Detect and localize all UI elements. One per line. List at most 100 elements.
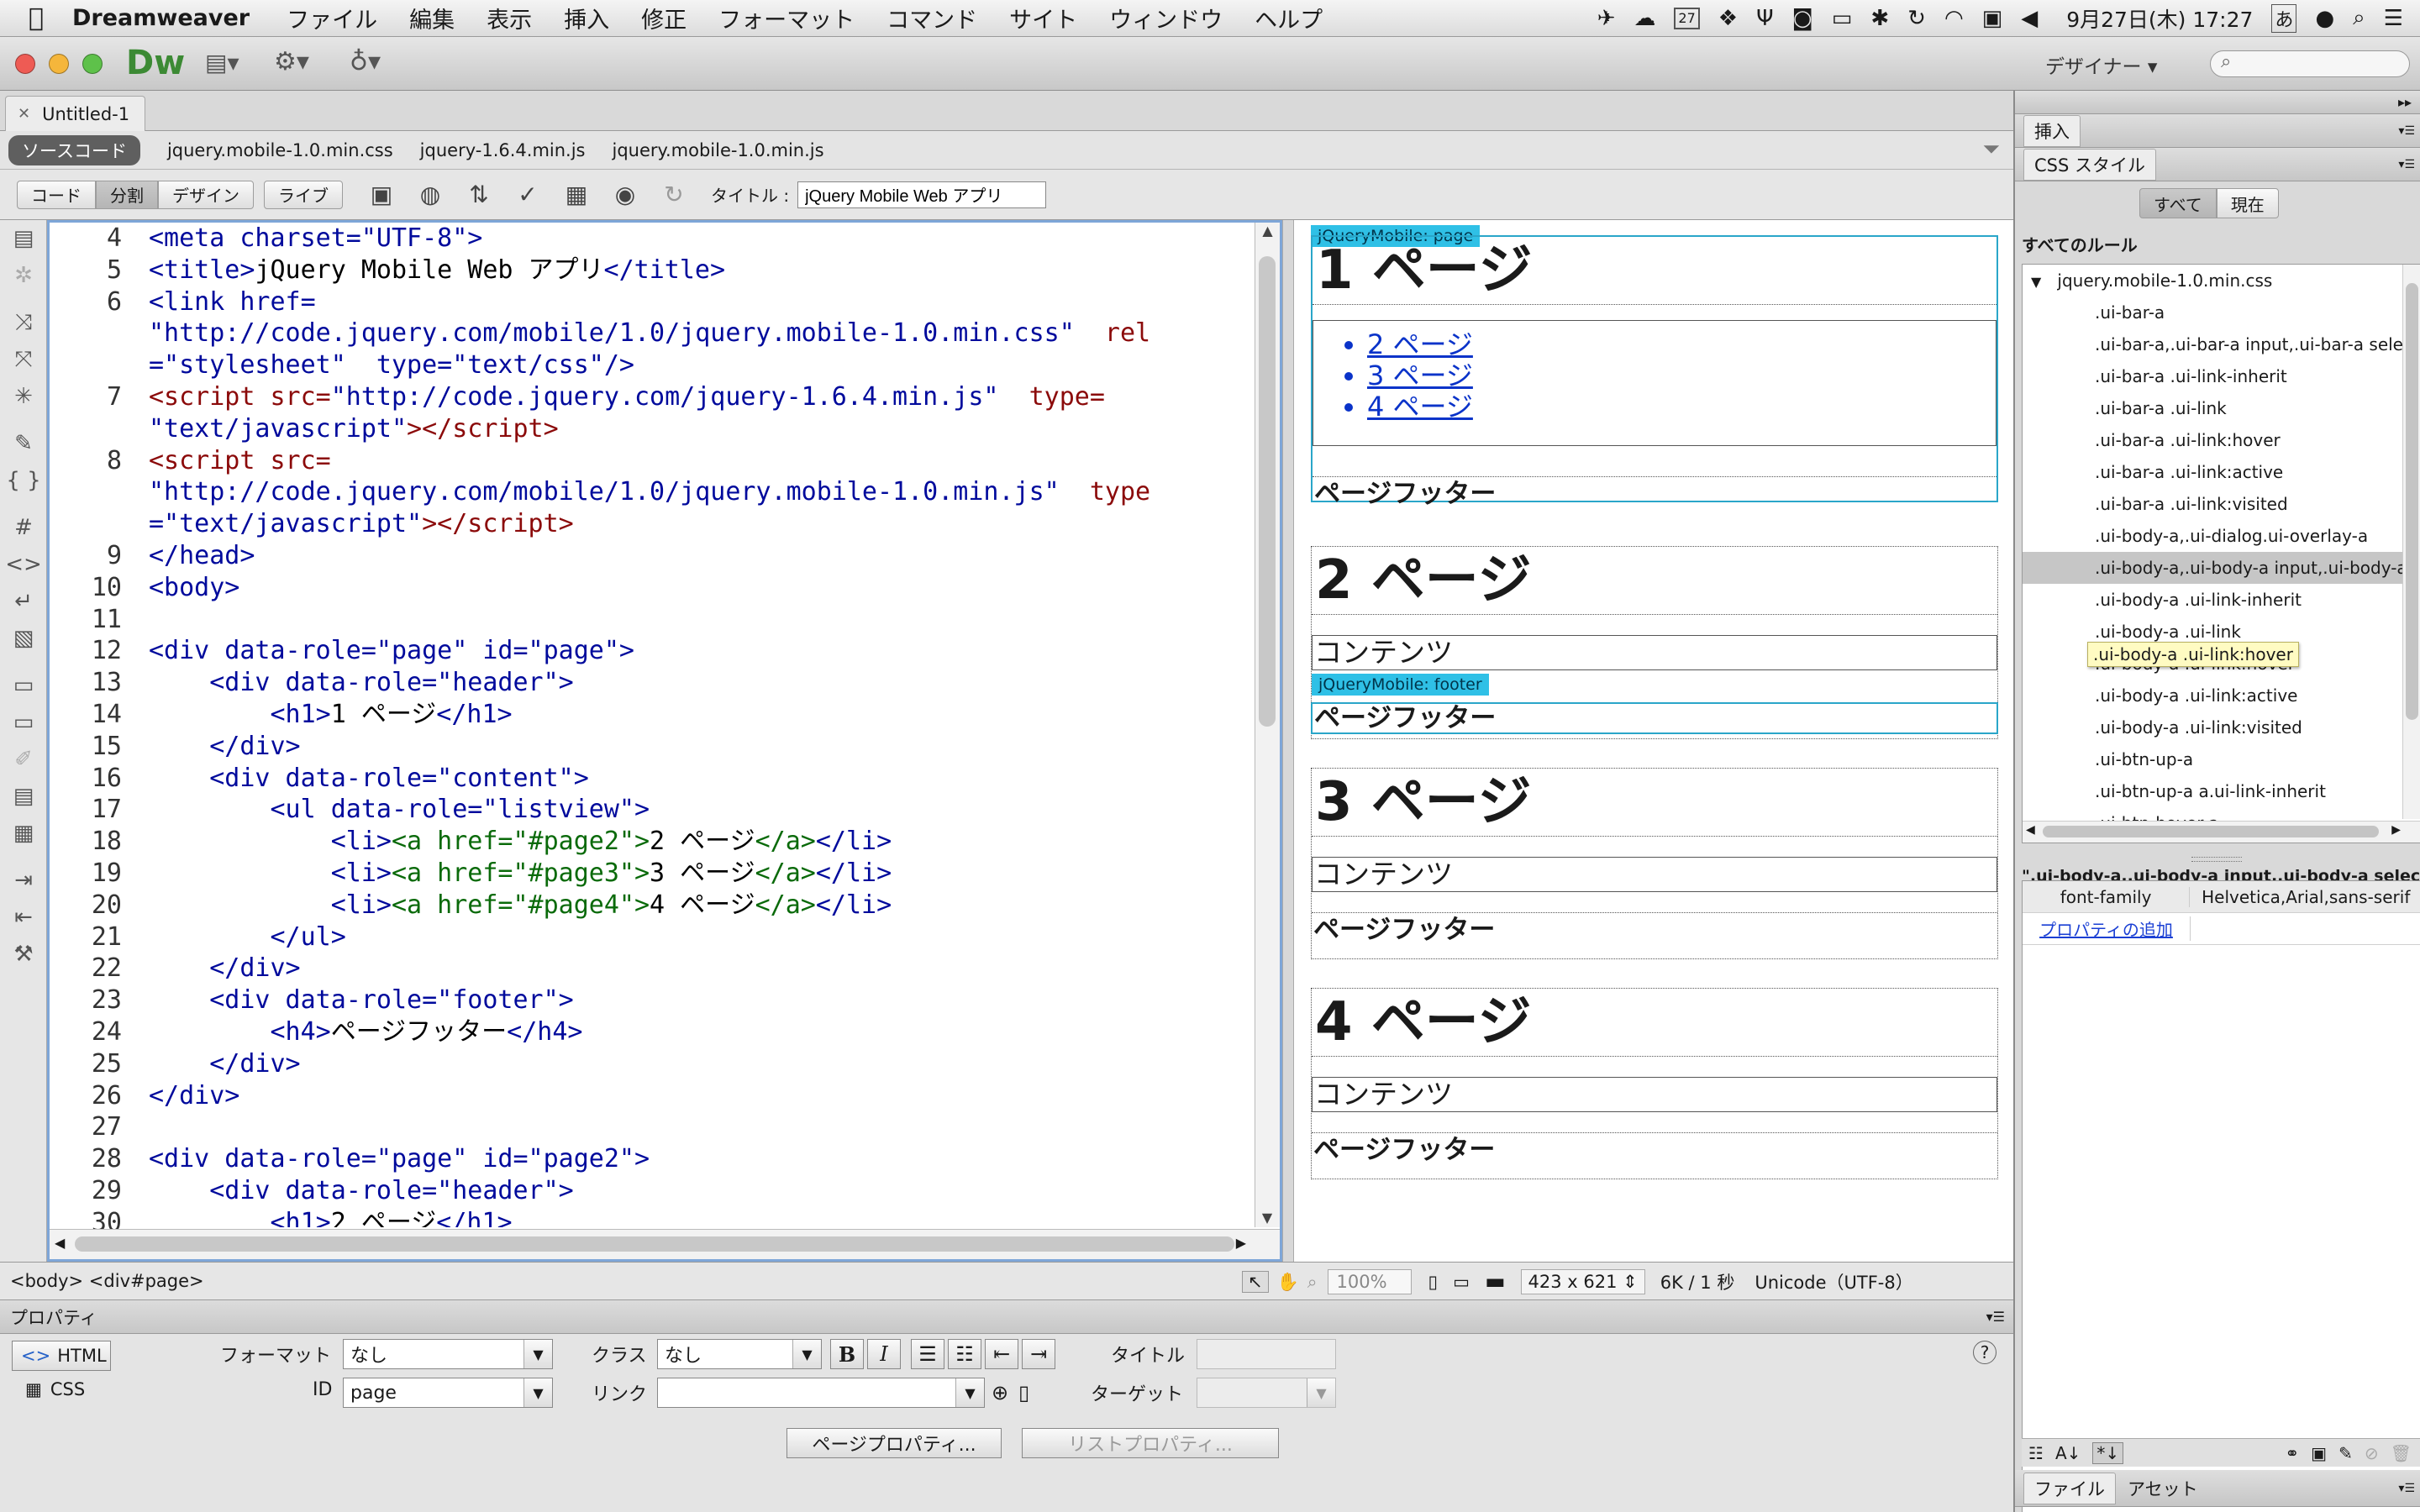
mobile-page-3[interactable]: 3 ページ コンテンツ ページフッター: [1311, 768, 1998, 959]
airplay-icon[interactable]: ▭: [1832, 6, 1853, 31]
rules-horizontal-scrollbar[interactable]: ◀ ▶: [2023, 821, 2420, 843]
site-manager-icon[interactable]: ♁▾: [350, 47, 381, 76]
scroll-left-arrow[interactable]: ◀: [2026, 823, 2035, 837]
scroll-left-arrow[interactable]: ◀: [55, 1235, 65, 1251]
css-rule-item[interactable]: .ui-bar-a: [2023, 297, 2420, 328]
code-line[interactable]: <script src=: [149, 445, 1288, 477]
panel-collapse-strip[interactable]: ▸▸: [2015, 91, 2420, 114]
wifi-icon[interactable]: ◠: [1944, 6, 1964, 31]
minimize-window-button[interactable]: [49, 54, 69, 74]
files-tab[interactable]: ファイル: [2023, 1472, 2116, 1504]
css-rule-item[interactable]: .ui-body-a .ui-link-inherit: [2023, 584, 2420, 616]
title-field-input[interactable]: [1197, 1339, 1336, 1369]
all-rules-button[interactable]: すべて: [2139, 188, 2217, 218]
panel-menu-icon[interactable]: ▾☰: [1986, 1309, 2005, 1325]
zoom-window-button[interactable]: [82, 54, 103, 74]
filter-icon[interactable]: ⏷: [1982, 137, 2000, 163]
panel-menu-icon[interactable]: ▾☰: [2398, 1482, 2415, 1495]
code-line[interactable]: "http://code.jquery.com/mobile/1.0/jquer…: [149, 318, 1288, 349]
css-rule-item[interactable]: .ui-btn-up-a a.ui-link-inherit: [2023, 775, 2420, 807]
menu-commands[interactable]: コマンド: [886, 2, 977, 34]
code-line[interactable]: <div data-role="header">: [149, 667, 1288, 699]
menu-site[interactable]: サイト: [1009, 2, 1077, 34]
view-code-button[interactable]: コード: [17, 180, 96, 209]
css-rule-item[interactable]: .ui-body-a .ui-link:visited: [2023, 711, 2420, 743]
balance-braces-icon[interactable]: { }: [0, 462, 47, 499]
target-select[interactable]: ▼: [1197, 1378, 1336, 1408]
menu-format[interactable]: フォーマット: [718, 2, 855, 34]
hand-tool-icon[interactable]: ✋: [1277, 1272, 1299, 1293]
network-icon[interactable]: Ψ: [1756, 6, 1773, 31]
close-tab-icon[interactable]: ✕: [18, 105, 30, 123]
browse-folder-icon[interactable]: ▯: [1018, 1381, 1029, 1404]
css-styles-panel-header[interactable]: CSS スタイル ▾☰: [2015, 148, 2420, 181]
properties-header[interactable]: プロパティ ▾☰: [0, 1300, 2013, 1334]
code-line[interactable]: [149, 604, 1288, 636]
menu-file[interactable]: ファイル: [287, 2, 377, 34]
wrap-tag-icon[interactable]: ✐: [0, 741, 47, 778]
css-rule-item[interactable]: .ui-btn-up-a: [2023, 743, 2420, 775]
css-rule-item[interactable]: .ui-bar-a .ui-link-inherit: [2023, 360, 2420, 392]
page-1-content[interactable]: 2 ページ 3 ページ 4 ページ: [1313, 320, 1996, 446]
page-2-footer-selected[interactable]: ページフッター: [1311, 702, 1998, 734]
select-tool-icon[interactable]: ↖: [1242, 1271, 1269, 1293]
code-view[interactable]: 4 5 6 7 8 9 10 11 12 13 14 15 16 17 18 19 20 21 22 23 24 25 26…: [47, 220, 1282, 1262]
help-search-input[interactable]: ⌕: [2210, 50, 2410, 77]
page-4-footer[interactable]: ページフッター: [1312, 1132, 1997, 1167]
code-line[interactable]: <li><a href="#page2">2 ページ</a></li>: [149, 826, 1288, 858]
view-live-button[interactable]: ライブ: [264, 180, 343, 209]
code-editor[interactable]: <meta charset="UTF-8"> <title>jQuery Mobi…: [149, 223, 1288, 1227]
indent-code-icon[interactable]: ⇥: [0, 862, 47, 899]
recent-snippets-icon[interactable]: ▤: [0, 778, 47, 815]
tab-untitled-1[interactable]: ✕ Untitled-1: [5, 96, 146, 131]
notification-icon[interactable]: ☰: [2384, 6, 2403, 31]
menu-modify[interactable]: 修正: [641, 2, 687, 34]
link-input[interactable]: ▼: [657, 1378, 985, 1408]
line-numbers-icon[interactable]: #: [0, 509, 47, 546]
outdent-button[interactable]: ⇤: [985, 1339, 1018, 1369]
menu-view[interactable]: 表示: [487, 2, 532, 34]
panel-menu-icon[interactable]: ▾☰: [2398, 158, 2415, 171]
insert-tab[interactable]: 挿入: [2023, 114, 2081, 147]
code-line[interactable]: <li><a href="#page3">3 ページ</a></li>: [149, 858, 1288, 890]
refresh-icon[interactable]: ↻: [655, 180, 692, 210]
multiscreen-icon[interactable]: ▣: [363, 180, 400, 210]
link-page-2[interactable]: 2 ページ: [1367, 329, 1996, 360]
word-wrap-icon[interactable]: ↵: [0, 583, 47, 620]
page-3-header[interactable]: 3 ページ: [1312, 769, 1997, 837]
zoom-level[interactable]: 100%: [1327, 1269, 1412, 1294]
document-title-input[interactable]: [797, 181, 1047, 208]
syntax-coloring-icon[interactable]: ▧: [0, 620, 47, 657]
new-css-rule-icon[interactable]: ▣: [2311, 1443, 2327, 1463]
camera-icon[interactable]: ◙: [1792, 6, 1813, 31]
browser-preview-icon[interactable]: ◍: [412, 180, 449, 210]
scroll-right-arrow[interactable]: ▶: [1236, 1235, 1246, 1251]
code-line[interactable]: <div data-role="page" id="page2">: [149, 1143, 1288, 1175]
page-1-footer[interactable]: ページフッター: [1313, 476, 1996, 511]
code-line[interactable]: ="text/javascript"></script>: [149, 508, 1288, 540]
close-window-button[interactable]: [15, 54, 35, 74]
outdent-code-icon[interactable]: ⇤: [0, 899, 47, 936]
link-page-3[interactable]: 3 ページ: [1367, 360, 1996, 391]
w3c-validation-icon[interactable]: ✓: [509, 180, 546, 210]
alpha-view-icon[interactable]: A↓: [2055, 1443, 2081, 1463]
menu-edit[interactable]: 編集: [409, 2, 455, 34]
assets-tab[interactable]: アセット: [2128, 1476, 2198, 1501]
css-rule-item[interactable]: .ui-bar-a,.ui-bar-a input,.ui-bar-a sele…: [2023, 328, 2420, 360]
battery-icon[interactable]: ▣: [1982, 6, 2003, 31]
page-3-content[interactable]: コンテンツ: [1312, 857, 1997, 892]
check-browser-icon[interactable]: ▦: [558, 180, 595, 210]
code-line[interactable]: <body>: [149, 572, 1288, 604]
css-properties-table[interactable]: font-family Helvetica,Arial,sans-serif プ…: [2022, 880, 2420, 1512]
expand-all-icon[interactable]: ✳: [0, 378, 47, 415]
view-split-button[interactable]: 分割: [96, 180, 158, 209]
ordered-list-button[interactable]: ☷: [948, 1339, 981, 1369]
page-1-header[interactable]: 1 ページ: [1313, 237, 1996, 305]
related-file-mobile-js[interactable]: jquery.mobile-1.0.min.js: [613, 140, 824, 160]
dropbox-icon[interactable]: ❖: [1718, 6, 1738, 31]
code-line[interactable]: <li><a href="#page4">4 ページ</a></li>: [149, 890, 1288, 921]
view-design-button[interactable]: デザイン: [158, 180, 254, 209]
zoom-tool-icon[interactable]: ⌕: [1307, 1272, 1318, 1293]
collapse-selection-icon[interactable]: ⤧: [0, 341, 47, 378]
highlight-invalid-code-icon[interactable]: <>: [0, 546, 47, 583]
